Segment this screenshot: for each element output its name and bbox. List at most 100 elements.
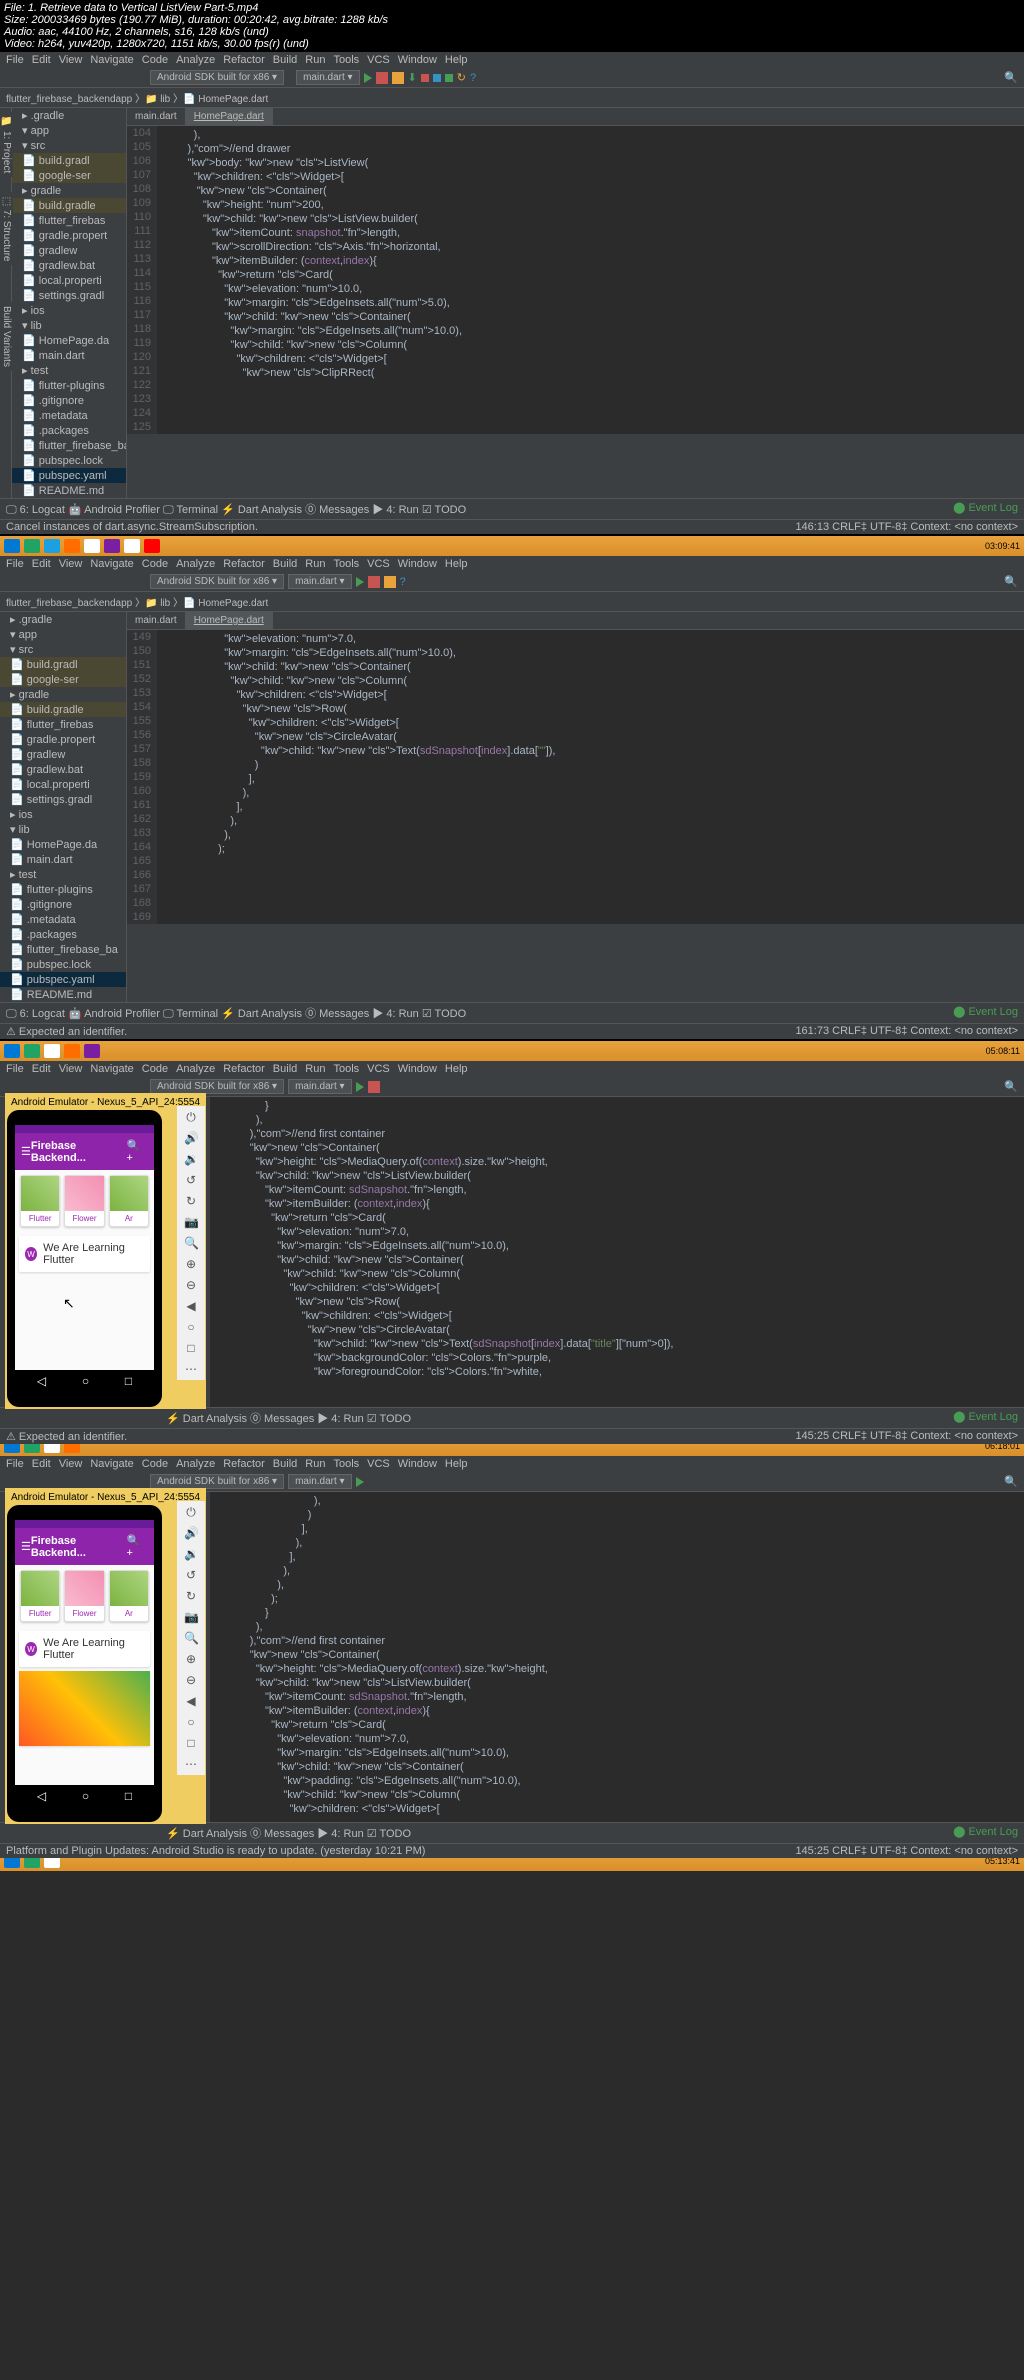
- nav-buttons[interactable]: ◁ ○ □: [15, 1370, 154, 1392]
- breadcrumb[interactable]: flutter_firebase_backendapp 〉📁 lib 〉📄 Ho…: [0, 88, 1024, 108]
- tree-item[interactable]: 📄 flutter_firebas: [12, 213, 126, 228]
- menu-navigate[interactable]: Navigate: [90, 54, 133, 66]
- menu-build[interactable]: Build: [273, 558, 297, 570]
- menu-file[interactable]: File: [6, 54, 24, 66]
- emulator-window[interactable]: Android Emulator - Nexus_5_API_24:5554 ☰…: [5, 1093, 206, 1409]
- menu-refactor[interactable]: Refactor: [223, 558, 265, 570]
- menu-analyze[interactable]: Analyze: [176, 558, 215, 570]
- file-tabs[interactable]: main.dart HomePage.dart: [127, 108, 1024, 126]
- menu-vcs[interactable]: VCS: [367, 54, 390, 66]
- run-config-dropdown[interactable]: main.dart ▾: [288, 1474, 351, 1489]
- tree-item[interactable]: 📄 local.properti: [12, 273, 126, 288]
- menu-edit[interactable]: Edit: [32, 54, 51, 66]
- emu-btn[interactable]: ⏻: [184, 1505, 198, 1519]
- phone-screen[interactable]: ☰ Firebase Backend... 🔍 + Flutter Flower…: [15, 1520, 154, 1785]
- card-flutter[interactable]: Flutter: [20, 1570, 60, 1622]
- emu-btn[interactable]: 🔊: [184, 1131, 198, 1145]
- menu-tools[interactable]: Tools: [333, 54, 359, 66]
- tree-item[interactable]: 📄 google-ser: [0, 672, 126, 687]
- tree-item[interactable]: 📄 build.gradle: [0, 702, 126, 717]
- tree-item[interactable]: ▸ .gradle: [0, 612, 126, 627]
- menu-view[interactable]: View: [59, 54, 83, 66]
- menu-tools[interactable]: Tools: [333, 1458, 359, 1470]
- record-icon[interactable]: [421, 74, 429, 82]
- add-icon[interactable]: +: [127, 1547, 133, 1559]
- tree-item[interactable]: ▸ test: [12, 363, 126, 378]
- emu-btn[interactable]: ○: [184, 1320, 198, 1334]
- tree-item[interactable]: 📄 .packages: [12, 423, 126, 438]
- emu-btn[interactable]: ⊕: [184, 1652, 198, 1666]
- menu-bar[interactable]: FileEditViewNavigateCodeAnalyzeRefactorB…: [0, 1061, 1024, 1077]
- emu-btn[interactable]: ↻: [184, 1589, 198, 1603]
- menu-run[interactable]: Run: [305, 54, 325, 66]
- taskbar-2[interactable]: 05:08:11: [0, 1041, 1024, 1061]
- left-gutter[interactable]: 📁 1: Project ⬚ 7: Structure Build Varian…: [0, 108, 12, 498]
- tree-item[interactable]: 📄 gradlew.bat: [12, 258, 126, 273]
- emu-btn[interactable]: ⊖: [184, 1673, 198, 1687]
- tree-item[interactable]: ▸ test: [0, 867, 126, 882]
- attach-icon[interactable]: [433, 74, 441, 82]
- tree-item[interactable]: ▸ ios: [12, 303, 126, 318]
- tree-item[interactable]: 📄 main.dart: [12, 348, 126, 363]
- search-icon[interactable]: 🔍: [1004, 71, 1018, 84]
- tree-item[interactable]: 📄 .gitignore: [12, 393, 126, 408]
- tree-item[interactable]: 📄 README.md: [0, 987, 126, 1002]
- sdk-dropdown[interactable]: Android SDK built for x86 ▾: [150, 1079, 284, 1094]
- refresh-icon[interactable]: ↻: [457, 71, 466, 84]
- tree-item[interactable]: 📄 gradle.propert: [12, 228, 126, 243]
- tree-item[interactable]: 📄 build.gradl: [0, 657, 126, 672]
- help-icon[interactable]: ?: [470, 72, 476, 84]
- run-config-dropdown[interactable]: main.dart ▾: [288, 1079, 351, 1094]
- menu-analyze[interactable]: Analyze: [176, 1063, 215, 1075]
- menu-refactor[interactable]: Refactor: [223, 1458, 265, 1470]
- menu-file[interactable]: File: [6, 1458, 24, 1470]
- breadcrumb[interactable]: flutter_firebase_backendapp 〉📁 lib 〉📄 Ho…: [0, 592, 1024, 612]
- tree-item[interactable]: 📄 pubspec.lock: [12, 453, 126, 468]
- run-icon[interactable]: [356, 1477, 364, 1487]
- emu-btn[interactable]: ◀: [184, 1299, 198, 1313]
- tree-item[interactable]: 📄 .metadata: [12, 408, 126, 423]
- tree-item[interactable]: 📄 settings.gradl: [12, 288, 126, 303]
- tree-item[interactable]: 📄 flutter_firebas: [0, 717, 126, 732]
- menu-icon[interactable]: ☰: [21, 1145, 31, 1158]
- emu-btn[interactable]: ↺: [184, 1568, 198, 1582]
- profile-icon[interactable]: [445, 74, 453, 82]
- tree-item[interactable]: 📄 google-ser: [12, 168, 126, 183]
- variants-tab[interactable]: Build Variants: [0, 302, 13, 371]
- tree-item[interactable]: 📄 pubspec.yaml: [0, 972, 126, 987]
- app-bar[interactable]: ☰ Firebase Backend... 🔍 +: [15, 1133, 154, 1170]
- stop-icon[interactable]: [368, 576, 380, 588]
- sdk-dropdown[interactable]: Android SDK built for x86 ▾: [150, 574, 284, 589]
- emu-btn[interactable]: ◀: [184, 1694, 198, 1708]
- menu-bar[interactable]: FileEditViewNavigateCodeAnalyzeRefactorB…: [0, 1456, 1024, 1472]
- emu-btn[interactable]: ⊖: [184, 1278, 198, 1292]
- tree-item[interactable]: 📄 gradlew.bat: [0, 762, 126, 777]
- tree-item[interactable]: 📄 build.gradl: [12, 153, 126, 168]
- tree-item[interactable]: 📄 HomePage.da: [12, 333, 126, 348]
- menu-vcs[interactable]: VCS: [367, 1063, 390, 1075]
- menu-view[interactable]: View: [59, 1063, 83, 1075]
- tree-item[interactable]: 📄 flutter_firebase_ba: [12, 438, 126, 453]
- menu-code[interactable]: Code: [142, 1458, 168, 1470]
- project-tree[interactable]: ▸ .gradle▾ app ▾ src 📄 build.gradl 📄 goo…: [0, 612, 127, 1002]
- code-editor[interactable]: } ), ),"com">//end first container "kw">…: [210, 1097, 1024, 1407]
- app-bar[interactable]: ☰ Firebase Backend... 🔍 +: [15, 1528, 154, 1565]
- help-icon[interactable]: ?: [400, 576, 406, 588]
- menu-analyze[interactable]: Analyze: [176, 54, 215, 66]
- card-flower[interactable]: Flower: [64, 1570, 104, 1622]
- menu-refactor[interactable]: Refactor: [223, 54, 265, 66]
- phone-screen[interactable]: ☰ Firebase Backend... 🔍 + Flutter Flower…: [15, 1125, 154, 1370]
- code-editor[interactable]: ), ) ], ), ], ), ), );: [210, 1492, 1024, 1822]
- hot-reload-icon[interactable]: [384, 576, 396, 588]
- menu-code[interactable]: Code: [142, 1063, 168, 1075]
- tree-item[interactable]: ▾ app: [0, 627, 126, 642]
- menu-help[interactable]: Help: [445, 558, 468, 570]
- card-row[interactable]: Flutter Flower Ar: [15, 1170, 154, 1232]
- emu-btn[interactable]: □: [184, 1736, 198, 1750]
- toolbar[interactable]: Android SDK built for x86 ▾ main.dart ▾ …: [0, 68, 1024, 88]
- bottom-tabs[interactable]: 🖵 6: Logcat 🤖 Android Profiler 🖵 Termina…: [0, 1002, 1024, 1023]
- emu-btn[interactable]: ↺: [184, 1173, 198, 1187]
- menu-refactor[interactable]: Refactor: [223, 1063, 265, 1075]
- event-log[interactable]: ⬤ Event Log: [953, 501, 1018, 517]
- menu-run[interactable]: Run: [305, 1063, 325, 1075]
